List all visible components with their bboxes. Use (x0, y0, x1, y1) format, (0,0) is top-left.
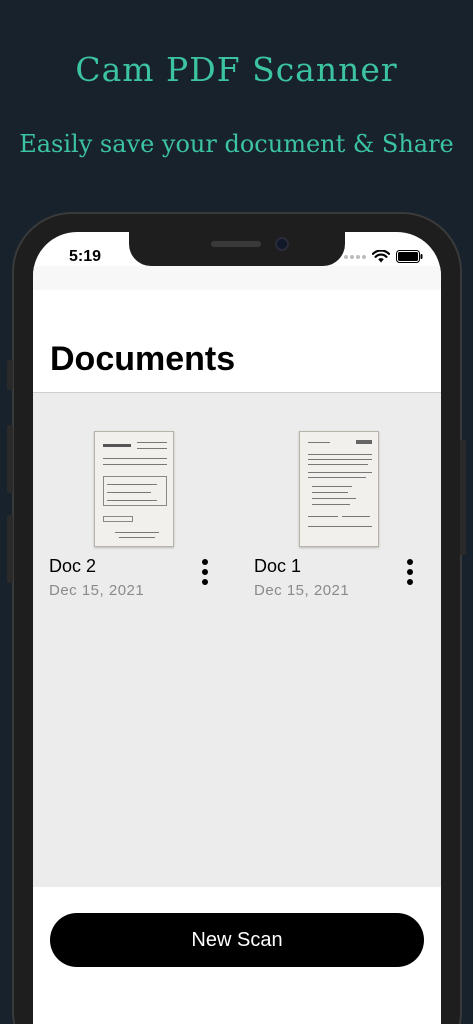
documents-grid: Doc 2 Dec 15, 2021 Doc 1 Dec 15, 2021 (33, 393, 441, 887)
signal-icon (344, 254, 366, 259)
app-screen: 5:19 Documents Doc 2 Dec 15, 2021 Doc 1 … (33, 232, 441, 1024)
battery-icon (396, 250, 423, 263)
status-icons (344, 250, 423, 263)
document-thumbnail[interactable] (94, 431, 174, 547)
phone-mute-switch (7, 360, 13, 390)
phone-volume-down (7, 515, 13, 583)
more-vertical-icon[interactable] (200, 559, 210, 589)
document-name: Doc 2 (49, 556, 97, 576)
document-card[interactable]: Doc 2 Dec 15, 2021 (49, 431, 229, 611)
speaker-grille (211, 241, 261, 247)
page-title: Documents (50, 340, 236, 378)
bottom-bar: New Scan (33, 887, 441, 1024)
promo-title: Cam PDF Scanner (75, 50, 398, 89)
status-time: 5:19 (69, 248, 102, 265)
front-camera (275, 237, 289, 251)
document-date: Dec 15, 2021 (254, 582, 350, 599)
document-thumbnail[interactable] (299, 431, 379, 547)
promo-subtitle: Easily save your document & Share (19, 130, 454, 158)
document-name: Doc 1 (254, 556, 302, 576)
status-background (33, 266, 441, 290)
document-date: Dec 15, 2021 (49, 582, 145, 599)
phone-volume-up (7, 425, 13, 493)
phone-notch (129, 232, 345, 266)
document-card[interactable]: Doc 1 Dec 15, 2021 (254, 431, 434, 611)
wifi-icon (372, 250, 390, 263)
phone-power-button (460, 440, 466, 555)
new-scan-button[interactable]: New Scan (50, 913, 424, 967)
more-vertical-icon[interactable] (405, 559, 415, 589)
